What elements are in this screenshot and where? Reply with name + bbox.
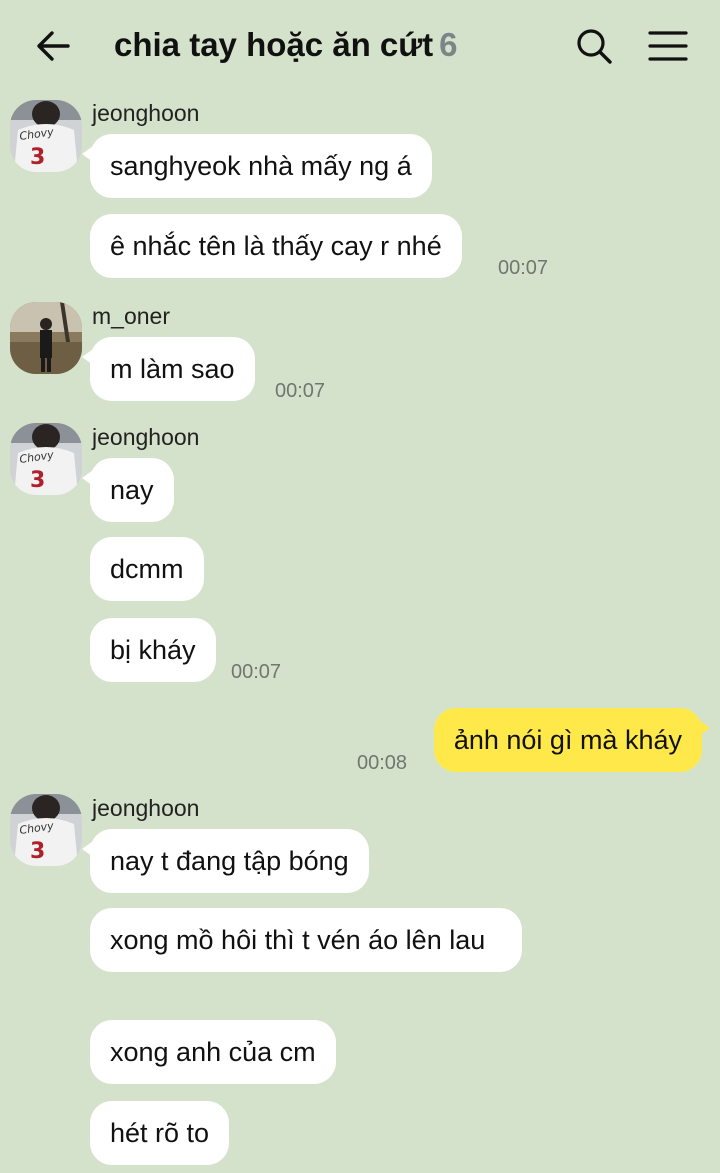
my-message-bubble[interactable]: ảnh nói gì mà kháy — [433, 708, 711, 772]
message-bubble[interactable]: m làm sao — [82, 337, 255, 401]
back-arrow-icon[interactable] — [34, 26, 74, 66]
chat-title: chia tay hoặc ăn cứt 6 — [114, 26, 458, 64]
message-bubble[interactable]: hét rõ to — [90, 1101, 230, 1165]
sender-name: jeonghoon — [92, 100, 200, 126]
chat-header: chia tay hoặc ăn cứt 6 — [0, 0, 720, 92]
message-bubble[interactable]: nay — [82, 458, 174, 522]
message-time: 00:07 — [498, 257, 549, 279]
message-bubble[interactable]: nay t đang tập bóng — [82, 829, 369, 893]
chat-title-text: chia tay hoặc ăn cứt — [114, 26, 434, 63]
message-time: 00:07 — [275, 380, 326, 402]
message-bubble[interactable]: xong anh của cm — [90, 1020, 336, 1084]
sender-name: jeonghoon — [92, 795, 200, 821]
member-count: 6 — [439, 26, 458, 63]
search-icon[interactable] — [574, 26, 614, 66]
message-bubble[interactable]: ê nhắc tên là thấy cay r nhé — [90, 214, 462, 278]
message-bubble[interactable]: dcmm — [90, 537, 204, 601]
avatar-m-oner[interactable] — [10, 302, 82, 374]
avatar-jeonghoon[interactable]: Chovy 3 — [10, 100, 82, 172]
message-bubble[interactable]: sanghyeok nhà mấy ng á — [82, 134, 432, 198]
message-time: 00:08 — [357, 752, 408, 774]
avatar-jeonghoon[interactable]: Chovy 3 — [10, 794, 82, 866]
jersey-number: 3 — [30, 145, 45, 170]
jersey-number: 3 — [30, 839, 45, 864]
sender-name: m_oner — [92, 303, 170, 329]
message-time: 00:07 — [231, 661, 282, 683]
message-bubble[interactable]: xong mồ hôi thì t vén áo lên lau — [90, 908, 522, 972]
message-bubble[interactable]: bị kháy — [90, 618, 216, 682]
jersey-number: 3 — [30, 468, 45, 493]
menu-icon[interactable] — [648, 26, 688, 66]
sender-name: jeonghoon — [92, 424, 200, 450]
avatar-jeonghoon[interactable]: Chovy 3 — [10, 423, 82, 495]
